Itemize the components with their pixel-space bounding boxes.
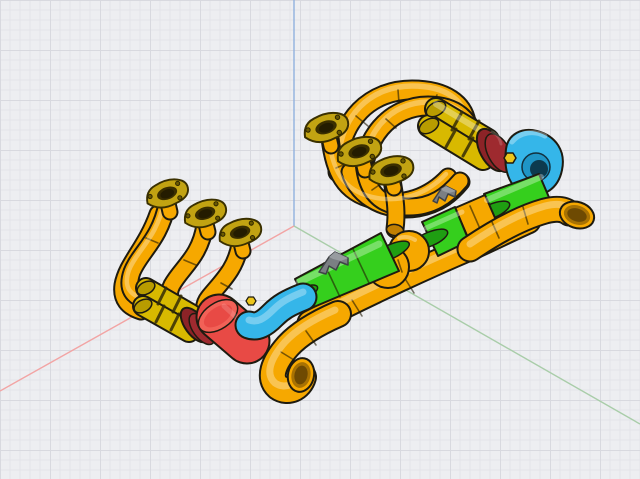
cad-viewport-stage[interactable] (0, 0, 640, 479)
sensor-bung (246, 297, 256, 305)
viewport-3d[interactable] (0, 0, 640, 479)
viewport-background (0, 0, 640, 479)
sensor-bung (504, 153, 516, 163)
